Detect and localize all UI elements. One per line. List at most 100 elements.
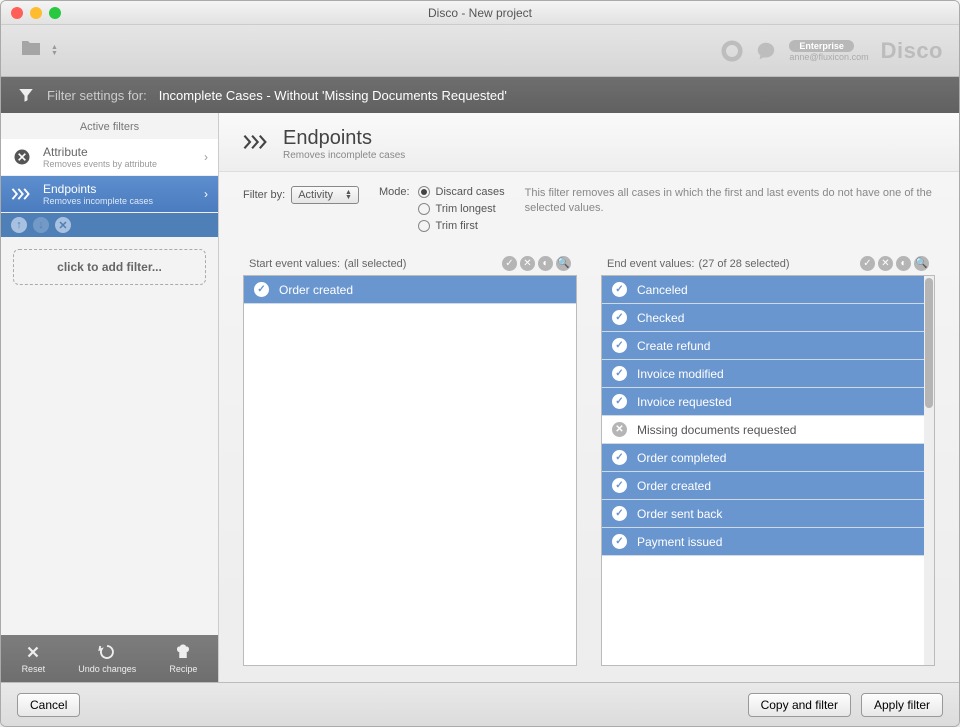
sort-icon[interactable]: ▲▼ (51, 45, 58, 57)
checked-icon (612, 394, 627, 409)
list-item-label: Order created (637, 479, 711, 493)
mode-label: Trim longest (436, 203, 496, 215)
end-panel-header: End event values: (27 of 28 selected) ✓ … (601, 252, 935, 275)
apply-filter-button[interactable]: Apply filter (861, 693, 943, 717)
list-item[interactable]: Order sent back (602, 500, 934, 528)
sidebar-item-desc: Removes events by attribute (43, 159, 194, 169)
toolbar-left: ▲▼ (17, 36, 58, 65)
end-panel-label: End event values: (607, 258, 694, 270)
filter-settings-label: Filter settings for: (47, 88, 147, 103)
radio-icon (418, 220, 430, 232)
reset-button[interactable]: Reset (22, 643, 46, 674)
window-title: Disco - New project (1, 6, 959, 20)
list-item-label: Checked (637, 311, 684, 325)
chevron-right-icon: › (204, 150, 208, 164)
list-item[interactable]: Canceled (602, 276, 934, 304)
list-item[interactable]: Create refund (602, 332, 934, 360)
start-panel-header: Start event values: (all selected) ✓ ✕ ◐… (243, 252, 577, 275)
folder-icon[interactable] (17, 36, 45, 65)
sidebar-header: Active filters (1, 113, 218, 139)
scrollbar-thumb[interactable] (925, 278, 933, 408)
reset-label: Reset (22, 664, 46, 674)
list-item[interactable]: Missing documents requested (602, 416, 934, 444)
sidebar-item-label: Endpoints (43, 182, 194, 196)
start-panel-status: (all selected) (344, 258, 406, 270)
content: Active filters Attribute Removes events … (1, 113, 959, 682)
checked-icon (612, 310, 627, 325)
search-button[interactable]: 🔍 (914, 256, 929, 271)
list-item-label: Invoice requested (637, 395, 732, 409)
list-item-label: Order created (279, 283, 353, 297)
start-values-list[interactable]: Order created (243, 275, 577, 666)
list-item-label: Missing documents requested (637, 423, 796, 437)
donut-icon[interactable] (721, 40, 743, 62)
radio-icon (418, 203, 430, 215)
toolbar: ▲▼ Enterprise anne@fluxicon.com Disco (1, 25, 959, 77)
recipe-label: Recipe (169, 664, 197, 674)
funnel-icon (17, 86, 35, 104)
footer: Cancel Copy and filter Apply filter (1, 682, 959, 726)
sidebar-item-desc: Removes incomplete cases (43, 196, 194, 206)
list-item-label: Invoice modified (637, 367, 724, 381)
move-up-button[interactable]: ↑ (11, 217, 27, 233)
checked-icon (612, 478, 627, 493)
chevron-right-icon: › (204, 187, 208, 201)
recipe-button[interactable]: Recipe (169, 643, 197, 674)
copy-and-filter-button[interactable]: Copy and filter (748, 693, 851, 717)
checked-icon (612, 534, 627, 549)
list-item-label: Canceled (637, 283, 688, 297)
list-item[interactable]: Order completed (602, 444, 934, 472)
account-badge[interactable]: Enterprise anne@fluxicon.com (789, 40, 868, 62)
deselect-all-button[interactable]: ✕ (878, 256, 893, 271)
filter-by-dropdown[interactable]: Activity ▲▼ (291, 186, 359, 204)
sidebar-item-endpoints[interactable]: Endpoints Removes incomplete cases › (1, 176, 218, 213)
sidebar-item-label: Attribute (43, 145, 194, 159)
move-down-button[interactable]: ↓ (33, 217, 49, 233)
search-button[interactable]: 🔍 (556, 256, 571, 271)
mode-option[interactable]: Trim longest (418, 203, 505, 215)
main-subtitle: Removes incomplete cases (283, 150, 405, 161)
checked-icon (612, 282, 627, 297)
dropdown-arrows-icon: ▲▼ (345, 190, 352, 200)
help-text: This filter removes all cases in which t… (525, 186, 935, 217)
value-panels: Start event values: (all selected) ✓ ✕ ◐… (219, 246, 959, 682)
mode-label: Trim first (436, 220, 478, 232)
cancel-button[interactable]: Cancel (17, 693, 80, 717)
invert-button[interactable]: ◐ (896, 256, 911, 271)
delete-filter-button[interactable]: ✕ (55, 217, 71, 233)
mode-options: Discard cases Trim longest Trim first (418, 186, 505, 232)
checked-icon (612, 338, 627, 353)
checked-icon (612, 366, 627, 381)
end-values-panel: End event values: (27 of 28 selected) ✓ … (601, 252, 935, 666)
start-panel-label: Start event values: (249, 258, 340, 270)
scrollbar[interactable] (924, 276, 934, 665)
main-header: Endpoints Removes incomplete cases (219, 113, 959, 172)
select-all-button[interactable]: ✓ (860, 256, 875, 271)
mode-option[interactable]: Discard cases (418, 186, 505, 198)
invert-button[interactable]: ◐ (538, 256, 553, 271)
sidebar-item-attribute[interactable]: Attribute Removes events by attribute › (1, 139, 218, 176)
filter-settings-name: Incomplete Cases - Without 'Missing Docu… (159, 88, 507, 103)
app-logo: Disco (881, 38, 943, 64)
toolbar-right: Enterprise anne@fluxicon.com Disco (721, 38, 943, 64)
chat-icon[interactable] (755, 40, 777, 62)
unchecked-icon (612, 422, 627, 437)
list-item-label: Create refund (637, 339, 710, 353)
list-item[interactable]: Payment issued (602, 528, 934, 556)
list-item-label: Order completed (637, 451, 726, 465)
sidebar-item-actions: ↑ ↓ ✕ (1, 213, 218, 237)
list-item[interactable]: Checked (602, 304, 934, 332)
list-item[interactable]: Invoice modified (602, 360, 934, 388)
deselect-all-button[interactable]: ✕ (520, 256, 535, 271)
add-filter-button[interactable]: click to add filter... (13, 249, 206, 285)
undo-button[interactable]: Undo changes (78, 643, 136, 674)
plan-badge: Enterprise (789, 40, 854, 52)
list-item[interactable]: Order created (602, 472, 934, 500)
select-all-button[interactable]: ✓ (502, 256, 517, 271)
end-values-list[interactable]: Canceled Checked Create refund Invoice modi… (601, 275, 935, 666)
mode-option[interactable]: Trim first (418, 220, 505, 232)
filter-settings-bar: Filter settings for: Incomplete Cases - … (1, 77, 959, 113)
list-item[interactable]: Order created (244, 276, 576, 304)
list-item[interactable]: Invoice requested (602, 388, 934, 416)
attribute-icon (11, 146, 33, 168)
